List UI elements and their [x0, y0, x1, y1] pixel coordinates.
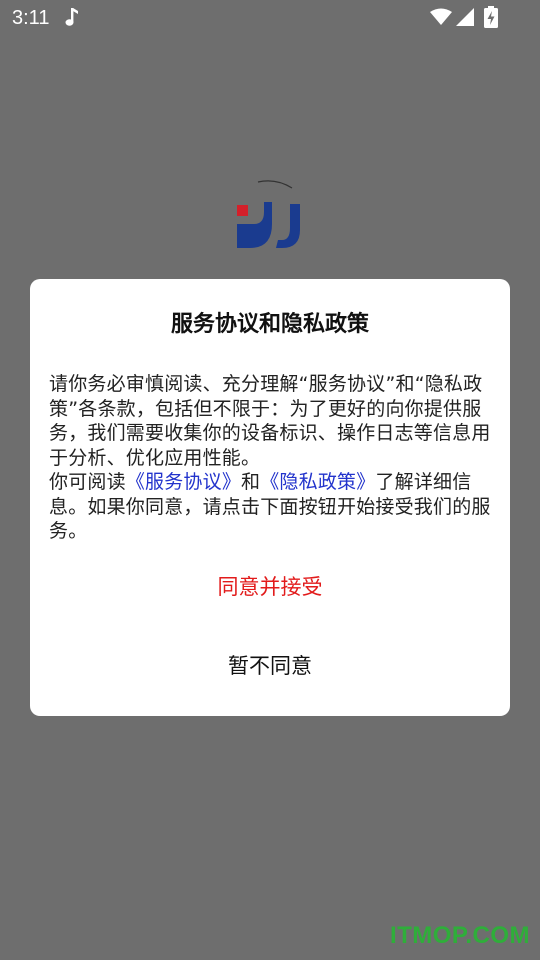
status-time: 3:11	[12, 7, 50, 29]
battery-charging-icon	[484, 6, 498, 28]
decline-button[interactable]: 暂不同意	[30, 644, 510, 686]
service-agreement-link[interactable]: 《服务协议》	[126, 471, 241, 493]
dialog-body: 请你务必审慎阅读、充分理解“服务协议”和“隐私政策”各条款，包括但不限于：为了更…	[49, 372, 495, 544]
app-logo	[232, 178, 304, 252]
cell-signal-icon	[456, 8, 474, 26]
watermark: ITMOP.COM	[389, 922, 530, 949]
privacy-dialog: 服务协议和隐私政策 请你务必审慎阅读、充分理解“服务协议”和“隐私政策”各条款，…	[30, 279, 510, 716]
privacy-policy-link[interactable]: 《隐私政策》	[260, 471, 375, 493]
wifi-icon	[430, 8, 452, 26]
and-text: 和	[241, 471, 261, 493]
dialog-title: 服务协议和隐私政策	[170, 312, 369, 337]
accept-button[interactable]: 同意并接受	[30, 565, 510, 607]
body-read-prefix: 你可阅读	[49, 471, 126, 493]
music-note-icon	[65, 7, 79, 27]
status-bar: 3:11	[0, 0, 540, 36]
body-intro-text: 请你务必审慎阅读、充分理解“服务协议”和“隐私政策”各条款，包括但不限于：为了更…	[49, 373, 491, 469]
